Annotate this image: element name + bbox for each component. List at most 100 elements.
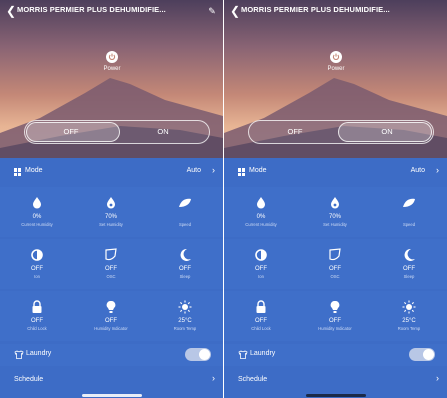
tile-room-temp: 25°C Room Temp [372,291,446,341]
tile-label: Child Lock [27,326,47,331]
app-screen-right: ❮ MORRIS PERMIER PLUS DEHUMIDIFIE... Pow… [224,0,447,398]
tile-label: Room Temp [397,326,421,331]
back-icon[interactable]: ❮ [230,4,240,18]
water-drop-icon [107,197,115,209]
tile-label: Humidity Indicator [94,326,128,331]
chevron-right-icon: › [212,373,215,383]
ion-icon [31,249,43,261]
grid-icon [14,168,22,176]
device-banner: ❮ MORRIS PERMIER PLUS DEHUMIDIFIE... Pow… [224,0,447,158]
tile-current-humidity: 0% Current Humidity [0,187,74,237]
shirt-icon [238,350,248,359]
tile-speed[interactable]: Speed [148,187,222,237]
tile-value: OFF [31,266,43,272]
controls-grid: 0% Current Humidity 70% Set Humidity Spe… [224,187,447,342]
power-label: Power [103,66,121,72]
power-icon [108,53,116,61]
tile-value: 25°C [178,318,192,324]
tile-set-humidity[interactable]: 70% Set Humidity [74,187,148,237]
tile-osc[interactable]: OFF OSC [74,239,148,289]
tile-label: OSC [330,274,340,279]
bulb-icon [330,300,340,313]
toggle-off-option[interactable]: OFF [25,121,117,143]
tile-humidity-indicator[interactable]: OFF Humidity Indicator [298,291,372,341]
home-indicator[interactable] [82,394,142,397]
device-title: MORRIS PERMIER PLUS DEHUMIDIFIE... [17,5,166,14]
shirt-icon [14,350,24,359]
switch-knob [199,349,210,360]
power-icon [332,53,340,61]
power-toggle[interactable]: OFF ON [24,120,210,144]
schedule-label: Schedule [14,376,44,383]
tile-child-lock[interactable]: OFF Child Lock [224,291,298,341]
grid-icon [238,168,246,176]
tile-humidity-indicator[interactable]: OFF Humidity Indicator [74,291,148,341]
title-bar: ❮ MORRIS PERMIER PLUS DEHUMIDIFIE... [224,0,447,22]
power-button[interactable] [330,51,342,63]
laundry-row: Laundry [0,344,223,366]
power-toggle[interactable]: OFF ON [248,120,434,144]
fan-icon [403,198,415,207]
tile-osc[interactable]: OFF OSC [298,239,372,289]
tile-label: Current Humidity [245,222,277,227]
toggle-off-option[interactable]: OFF [249,121,341,143]
home-indicator[interactable] [306,394,366,397]
laundry-switch[interactable] [409,348,435,361]
tile-label: Speed [178,222,192,227]
chevron-right-icon: › [436,165,439,175]
tile-sleep[interactable]: OFF Sleep [148,239,222,289]
laundry-label: Laundry [250,350,276,357]
device-banner: ❮ MORRIS PERMIER PLUS DEHUMIDIFIE... ✎ P… [0,0,223,158]
tile-value: 0% [256,214,266,220]
humidity-icon [257,197,265,209]
tile-value: OFF [403,266,415,272]
tile-label: Ion [34,274,40,279]
toggle-on-option[interactable]: ON [117,121,209,143]
edit-icon[interactable]: ✎ [207,4,217,18]
tile-label: Child Lock [251,326,271,331]
mode-row[interactable]: Mode Auto › [0,164,223,184]
tile-ion[interactable]: OFF Ion [224,239,298,289]
mode-label: Mode [25,167,43,174]
schedule-row[interactable]: Schedule › [224,372,447,392]
tile-value: OFF [255,266,267,272]
title-bar: ❮ MORRIS PERMIER PLUS DEHUMIDIFIE... ✎ [0,0,223,22]
laundry-row: Laundry [224,344,447,366]
tile-value: OFF [31,318,43,324]
tile-label: Current Humidity [21,222,53,227]
schedule-label: Schedule [238,376,268,383]
mode-row[interactable]: Mode Auto › [224,164,447,184]
power-button[interactable] [106,51,118,63]
toggle-on-option[interactable]: ON [341,121,433,143]
tile-value: 70% [328,214,341,220]
laundry-switch[interactable] [185,348,211,361]
mode-label: Mode [249,167,267,174]
switch-knob [423,349,434,360]
humidity-icon [33,197,41,209]
tile-child-lock[interactable]: OFF Child Lock [0,291,74,341]
moon-icon [180,248,191,261]
tile-ion[interactable]: OFF Ion [0,239,74,289]
back-icon[interactable]: ❮ [6,4,16,18]
tile-speed[interactable]: Speed [372,187,446,237]
device-title: MORRIS PERMIER PLUS DEHUMIDIFIE... [241,5,390,14]
tile-label: Sleep [179,274,191,279]
ion-icon [255,249,267,261]
sun-icon [402,300,416,314]
tile-sleep[interactable]: OFF Sleep [372,239,446,289]
moon-icon [404,248,415,261]
tile-label: Set Humidity [323,222,347,227]
tile-label: Humidity Indicator [318,326,352,331]
chevron-right-icon: › [212,165,215,175]
tile-value: OFF [329,266,341,272]
laundry-label: Laundry [26,350,52,357]
tile-value: OFF [329,318,341,324]
tile-label: OSC [106,274,116,279]
tile-value: 70% [104,214,117,220]
tile-label: Speed [402,222,416,227]
tile-value: OFF [255,318,267,324]
tile-set-humidity[interactable]: 70% Set Humidity [298,187,372,237]
tile-label: Set Humidity [99,222,123,227]
schedule-row[interactable]: Schedule › [0,372,223,392]
tile-label: Room Temp [173,326,197,331]
